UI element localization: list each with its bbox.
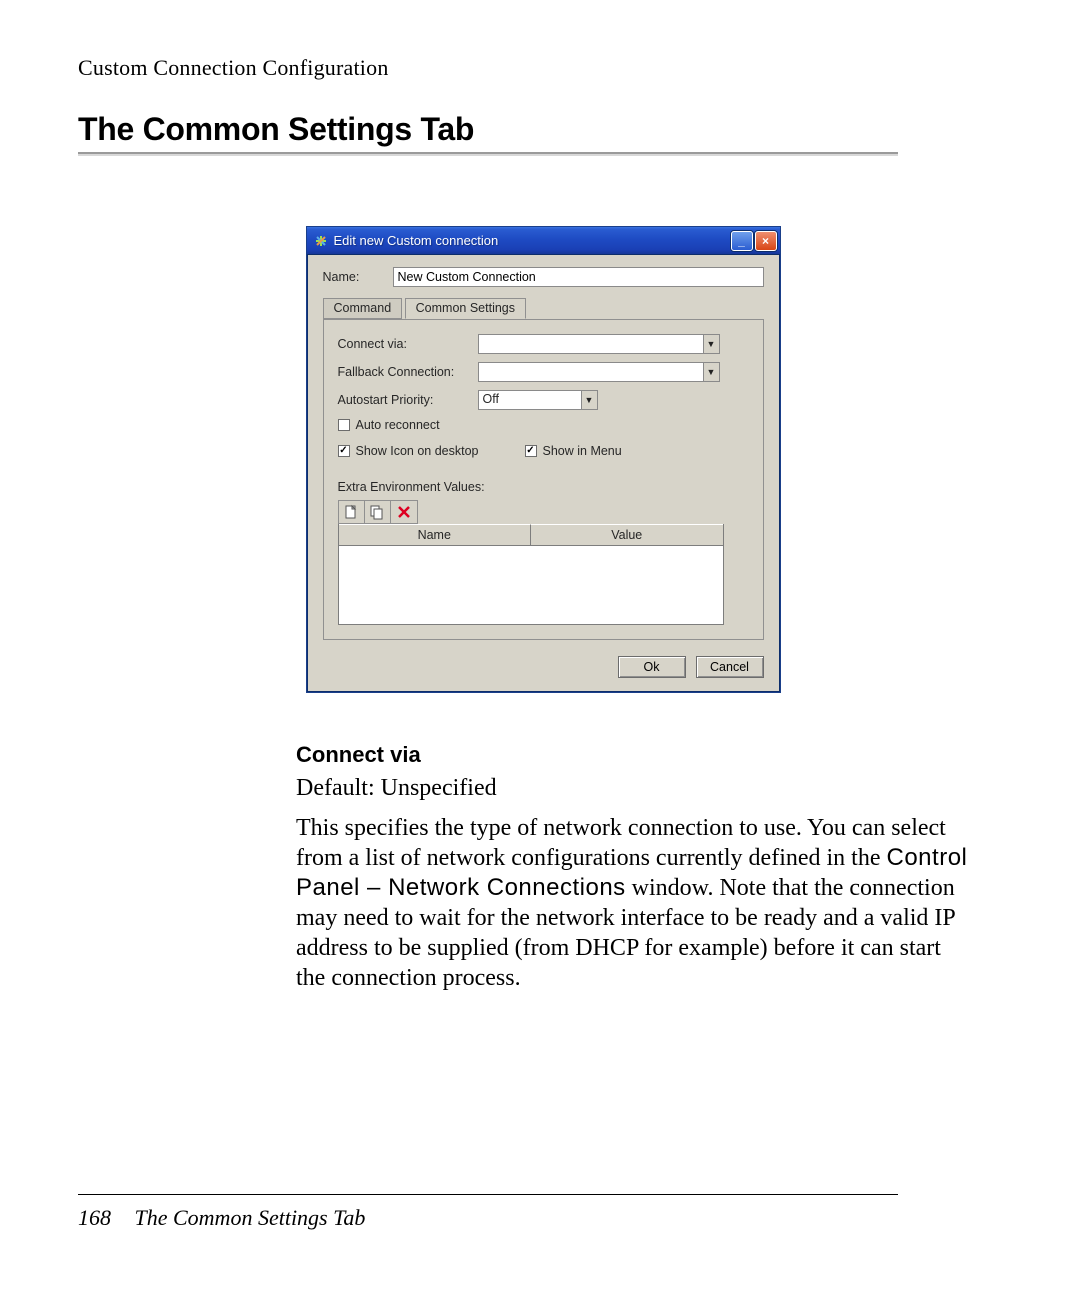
subheading-connect-via: Connect via xyxy=(296,741,976,769)
connect-via-select[interactable]: ▼ xyxy=(478,334,720,354)
dialog-window: Edit new Custom connection _ × Name: Com… xyxy=(306,226,781,693)
app-icon xyxy=(313,233,329,249)
chevron-down-icon: ▼ xyxy=(703,335,719,353)
heading-rule xyxy=(78,152,898,156)
cancel-button[interactable]: Cancel xyxy=(696,656,764,678)
tab-common-settings[interactable]: Common Settings xyxy=(405,298,526,319)
fallback-select[interactable]: ▼ xyxy=(478,362,720,382)
autostart-value: Off xyxy=(483,392,499,406)
delete-icon[interactable] xyxy=(391,501,417,523)
show-menu-checkbox[interactable] xyxy=(525,445,537,457)
titlebar: Edit new Custom connection _ × xyxy=(307,227,780,255)
page-footer: 168 The Common Settings Tab xyxy=(78,1194,1008,1231)
show-icon-checkbox[interactable] xyxy=(338,445,350,457)
main-heading: The Common Settings Tab xyxy=(78,111,1008,148)
auto-reconnect-label: Auto reconnect xyxy=(356,418,440,432)
env-values-label: Extra Environment Values: xyxy=(338,480,749,494)
page-number: 168 xyxy=(78,1205,111,1230)
tab-command[interactable]: Command xyxy=(323,298,403,319)
chevron-down-icon: ▼ xyxy=(581,391,597,409)
desc-part-a: This specifies the type of network conne… xyxy=(296,815,946,871)
show-icon-label: Show Icon on desktop xyxy=(356,444,479,458)
page-header: Custom Connection Configuration xyxy=(78,55,1008,81)
copy-icon[interactable] xyxy=(365,501,391,523)
fallback-label: Fallback Connection: xyxy=(338,365,478,379)
connect-via-label: Connect via: xyxy=(338,337,478,351)
env-col-name[interactable]: Name xyxy=(339,524,532,545)
window-title: Edit new Custom connection xyxy=(334,233,731,248)
footer-rule xyxy=(78,1194,898,1195)
default-line: Default: Unspecified xyxy=(296,773,976,803)
description-paragraph: This specifies the type of network conne… xyxy=(296,813,976,993)
show-menu-label: Show in Menu xyxy=(543,444,622,458)
ok-button[interactable]: Ok xyxy=(618,656,686,678)
minimize-button[interactable]: _ xyxy=(731,231,753,251)
env-table: Name Value xyxy=(338,524,724,625)
env-col-value[interactable]: Value xyxy=(531,524,723,545)
name-input[interactable] xyxy=(393,267,764,287)
env-toolbar xyxy=(338,500,418,524)
close-button[interactable]: × xyxy=(755,231,777,251)
autostart-select[interactable]: Off ▼ xyxy=(478,390,598,410)
name-label: Name: xyxy=(323,270,393,284)
auto-reconnect-checkbox[interactable] xyxy=(338,419,350,431)
new-icon[interactable] xyxy=(339,501,365,523)
env-table-body[interactable] xyxy=(339,546,723,624)
footer-title: The Common Settings Tab xyxy=(135,1205,366,1230)
tab-panel-common: Connect via: ▼ Fallback Connection: ▼ Au… xyxy=(323,319,764,640)
autostart-label: Autostart Priority: xyxy=(338,393,478,407)
body-text: Connect via Default: Unspecified This sp… xyxy=(296,741,976,993)
chevron-down-icon: ▼ xyxy=(703,363,719,381)
